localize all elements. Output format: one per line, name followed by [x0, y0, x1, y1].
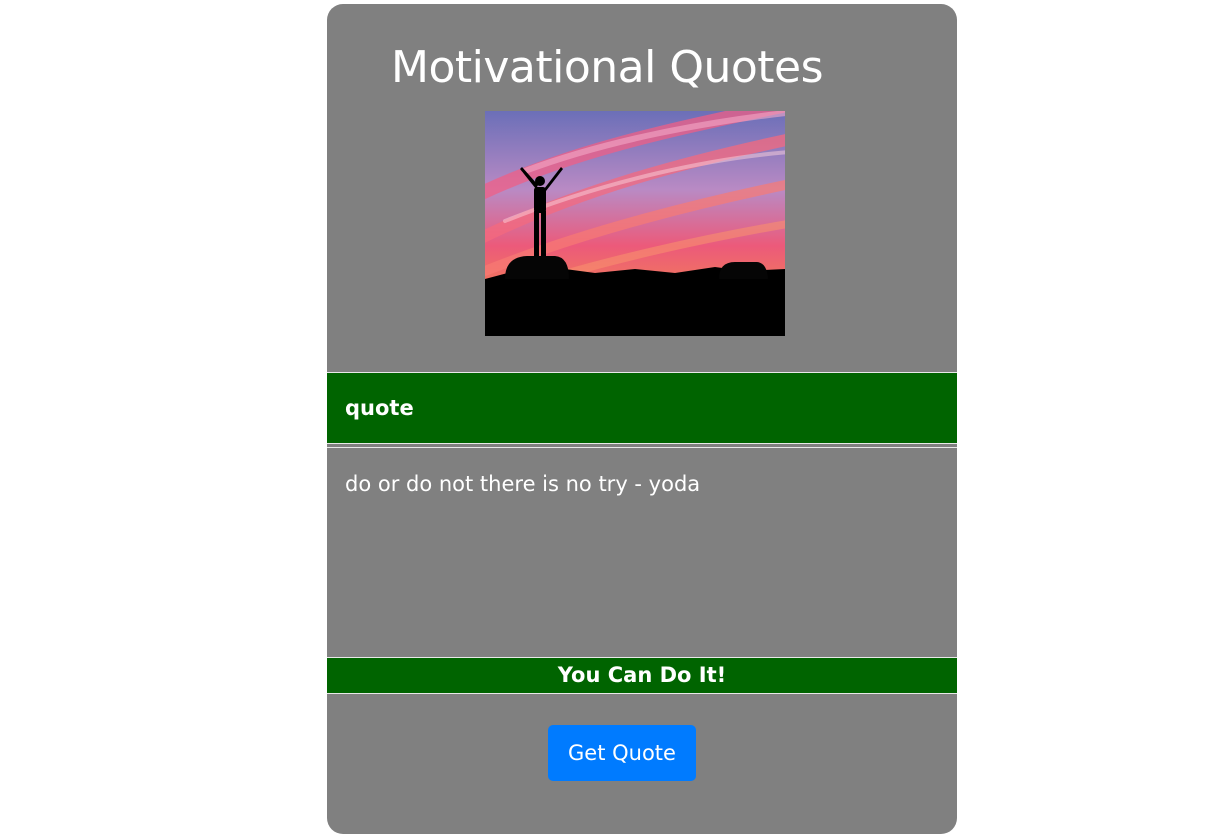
quote-body: do or do not there is no try - yoda [327, 447, 957, 657]
get-quote-button[interactable]: Get Quote [548, 725, 696, 781]
quote-text: do or do not there is no try - yoda [345, 472, 701, 496]
quote-footer-text: You Can Do It! [557, 663, 727, 687]
page-title: Motivational Quotes [391, 42, 824, 93]
quote-header-label: quote [345, 396, 414, 420]
quote-card: Motivational Quotes quote do or do not t… [327, 4, 957, 834]
motivational-image [485, 111, 785, 336]
quote-header: quote [327, 372, 957, 444]
quote-footer: You Can Do It! [327, 657, 957, 694]
